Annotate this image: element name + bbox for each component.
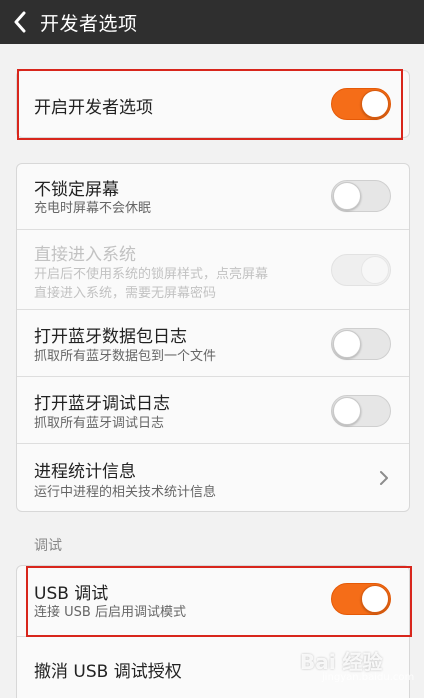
setting-subtitle: 充电时屏幕不会休眠 [34,201,152,216]
toggle-knob [333,182,361,210]
section-label-debug: 调试 [34,538,62,554]
toggle-knob [333,330,361,358]
setting-title: 不锁定屏幕 [34,180,119,200]
setting-row-no-lock[interactable]: 不锁定屏幕 充电时屏幕不会休眠 [17,164,409,229]
highlight-box-master [17,69,403,140]
settings-card: 不锁定屏幕 充电时屏幕不会休眠 直接进入系统 开启后不使用系统的锁屏样式，点亮屏… [16,163,410,512]
highlight-box-usb [26,566,412,637]
setting-subtitle: 抓取所有蓝牙数据包到一个文件 [34,349,217,364]
setting-title: 打开蓝牙调试日志 [34,394,170,414]
setting-subtitle-line2: 直接进入系统，需要无屏幕密码 [34,286,217,301]
setting-title: 打开蓝牙数据包日志 [34,327,187,347]
setting-subtitle: 运行中进程的相关技术统计信息 [34,485,217,500]
watermark-brand: Bai 经验 [300,650,383,674]
setting-title: 进程统计信息 [34,462,136,482]
no-lock-toggle[interactable] [331,180,391,212]
bt-packet-log-toggle[interactable] [331,328,391,360]
direct-enter-toggle [331,254,391,286]
toggle-knob [361,256,389,284]
setting-row-bt-debug-log[interactable]: 打开蓝牙调试日志 抓取所有蓝牙调试日志 [17,376,409,443]
setting-row-process-stats[interactable]: 进程统计信息 运行中进程的相关技术统计信息 [17,443,409,511]
setting-title: 撤消 USB 调试授权 [34,662,182,682]
bt-debug-log-toggle[interactable] [331,395,391,427]
watermark-url: jingyan.baidu.com [322,672,415,683]
chevron-right-icon [380,471,388,485]
back-button[interactable] [0,0,40,44]
setting-subtitle-line1: 开启后不使用系统的锁屏样式，点亮屏幕 [34,267,269,282]
setting-row-direct-enter: 直接进入系统 开启后不使用系统的锁屏样式，点亮屏幕 直接进入系统，需要无屏幕密码 [17,229,409,309]
setting-row-bt-packet-log[interactable]: 打开蓝牙数据包日志 抓取所有蓝牙数据包到一个文件 [17,309,409,376]
setting-subtitle: 抓取所有蓝牙调试日志 [34,416,165,431]
toggle-knob [333,397,361,425]
title-bar: 开发者选项 [0,0,424,44]
back-arrow-icon [14,11,26,33]
page-title: 开发者选项 [40,12,138,35]
setting-title: 直接进入系统 [34,245,136,265]
